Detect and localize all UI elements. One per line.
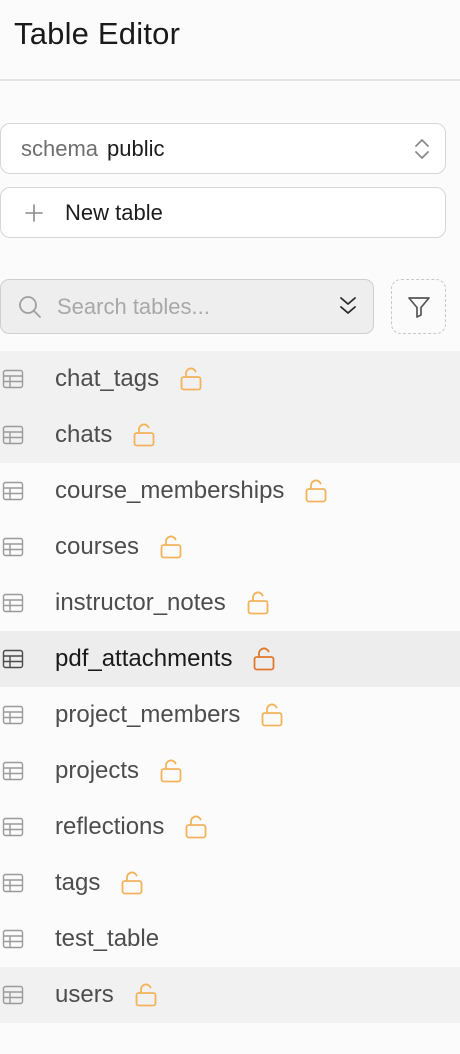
unlock-icon <box>121 871 143 895</box>
unlock-icon <box>133 423 155 447</box>
schema-label: schema <box>21 135 99 161</box>
table-name: projects <box>55 757 140 784</box>
table-icon <box>2 593 24 613</box>
table-name-wrap: courses <box>55 533 183 561</box>
table-icon <box>2 817 24 837</box>
table-icon <box>2 929 24 949</box>
table-name-wrap: project_members <box>55 701 284 729</box>
table-row[interactable]: pdf_attachments <box>0 631 460 687</box>
table-row[interactable]: projects <box>0 743 460 799</box>
sort-icon[interactable] <box>337 294 359 318</box>
unlock-icon <box>135 983 157 1007</box>
page-title: Table Editor <box>14 16 181 51</box>
table-name-wrap: reflections <box>55 813 208 841</box>
table-row[interactable]: instructor_notes <box>0 575 460 631</box>
table-name: course_memberships <box>55 477 285 504</box>
table-icon <box>2 985 24 1005</box>
table-name-wrap: chat_tags <box>55 365 203 393</box>
search-box[interactable] <box>0 279 374 334</box>
page-header: Table Editor <box>0 0 460 81</box>
table-name-wrap: users <box>55 981 158 1009</box>
table-row[interactable]: course_memberships <box>0 463 460 519</box>
unlock-icon <box>254 647 275 671</box>
table-name: reflections <box>55 813 165 840</box>
table-row[interactable]: users <box>0 967 460 1023</box>
table-row[interactable]: chats <box>0 407 460 463</box>
table-name: courses <box>55 533 140 560</box>
table-name-wrap: course_memberships <box>55 477 328 505</box>
new-table-button[interactable]: New table <box>0 187 446 238</box>
search-input[interactable] <box>57 293 327 320</box>
table-icon <box>2 873 24 893</box>
table-row[interactable]: courses <box>0 519 460 575</box>
table-name-wrap: test_table <box>55 925 159 953</box>
table-row[interactable]: test_table <box>0 911 460 967</box>
chevron-up-down-icon <box>415 139 429 159</box>
table-row[interactable]: chat_tags <box>0 351 460 407</box>
table-name: users <box>55 981 114 1008</box>
new-table-label: New table <box>65 199 163 225</box>
unlock-icon <box>185 815 207 839</box>
table-name: chat_tags <box>55 365 160 392</box>
table-row[interactable]: reflections <box>0 799 460 855</box>
unlock-icon <box>180 367 202 391</box>
unlock-icon <box>306 479 327 503</box>
table-name: chats <box>55 421 113 448</box>
table-name: instructor_notes <box>55 589 226 616</box>
unlock-icon <box>262 703 283 727</box>
search-icon <box>19 295 41 318</box>
table-row[interactable]: project_members <box>0 687 460 743</box>
filter-button[interactable] <box>391 279 446 334</box>
table-row[interactable]: tags <box>0 855 460 911</box>
table-list: chat_tagschats course_membershipscourses i… <box>0 351 460 1023</box>
table-icon <box>2 761 24 781</box>
table-icon <box>2 481 24 501</box>
table-icon <box>2 649 24 669</box>
table-icon <box>2 705 24 725</box>
table-name-wrap: instructor_notes <box>55 589 270 617</box>
table-name: pdf_attachments <box>55 645 233 672</box>
table-name-wrap: chats <box>55 421 156 449</box>
table-icon <box>2 425 24 445</box>
unlock-icon <box>247 591 269 615</box>
table-icon <box>2 369 24 389</box>
unlock-icon <box>160 535 182 559</box>
table-name-wrap: tags <box>55 869 144 897</box>
table-name: test_table <box>55 925 160 952</box>
table-name: project_members <box>55 701 241 728</box>
schema-value: public <box>107 135 165 161</box>
table-icon <box>2 537 24 557</box>
table-name: tags <box>55 869 101 896</box>
table-name-wrap: projects <box>55 757 183 785</box>
schema-select[interactable]: schema public <box>0 123 446 174</box>
unlock-icon <box>160 759 182 783</box>
table-name-wrap: pdf_attachments <box>55 645 276 673</box>
plus-icon <box>25 203 43 222</box>
filter-icon <box>407 296 430 318</box>
